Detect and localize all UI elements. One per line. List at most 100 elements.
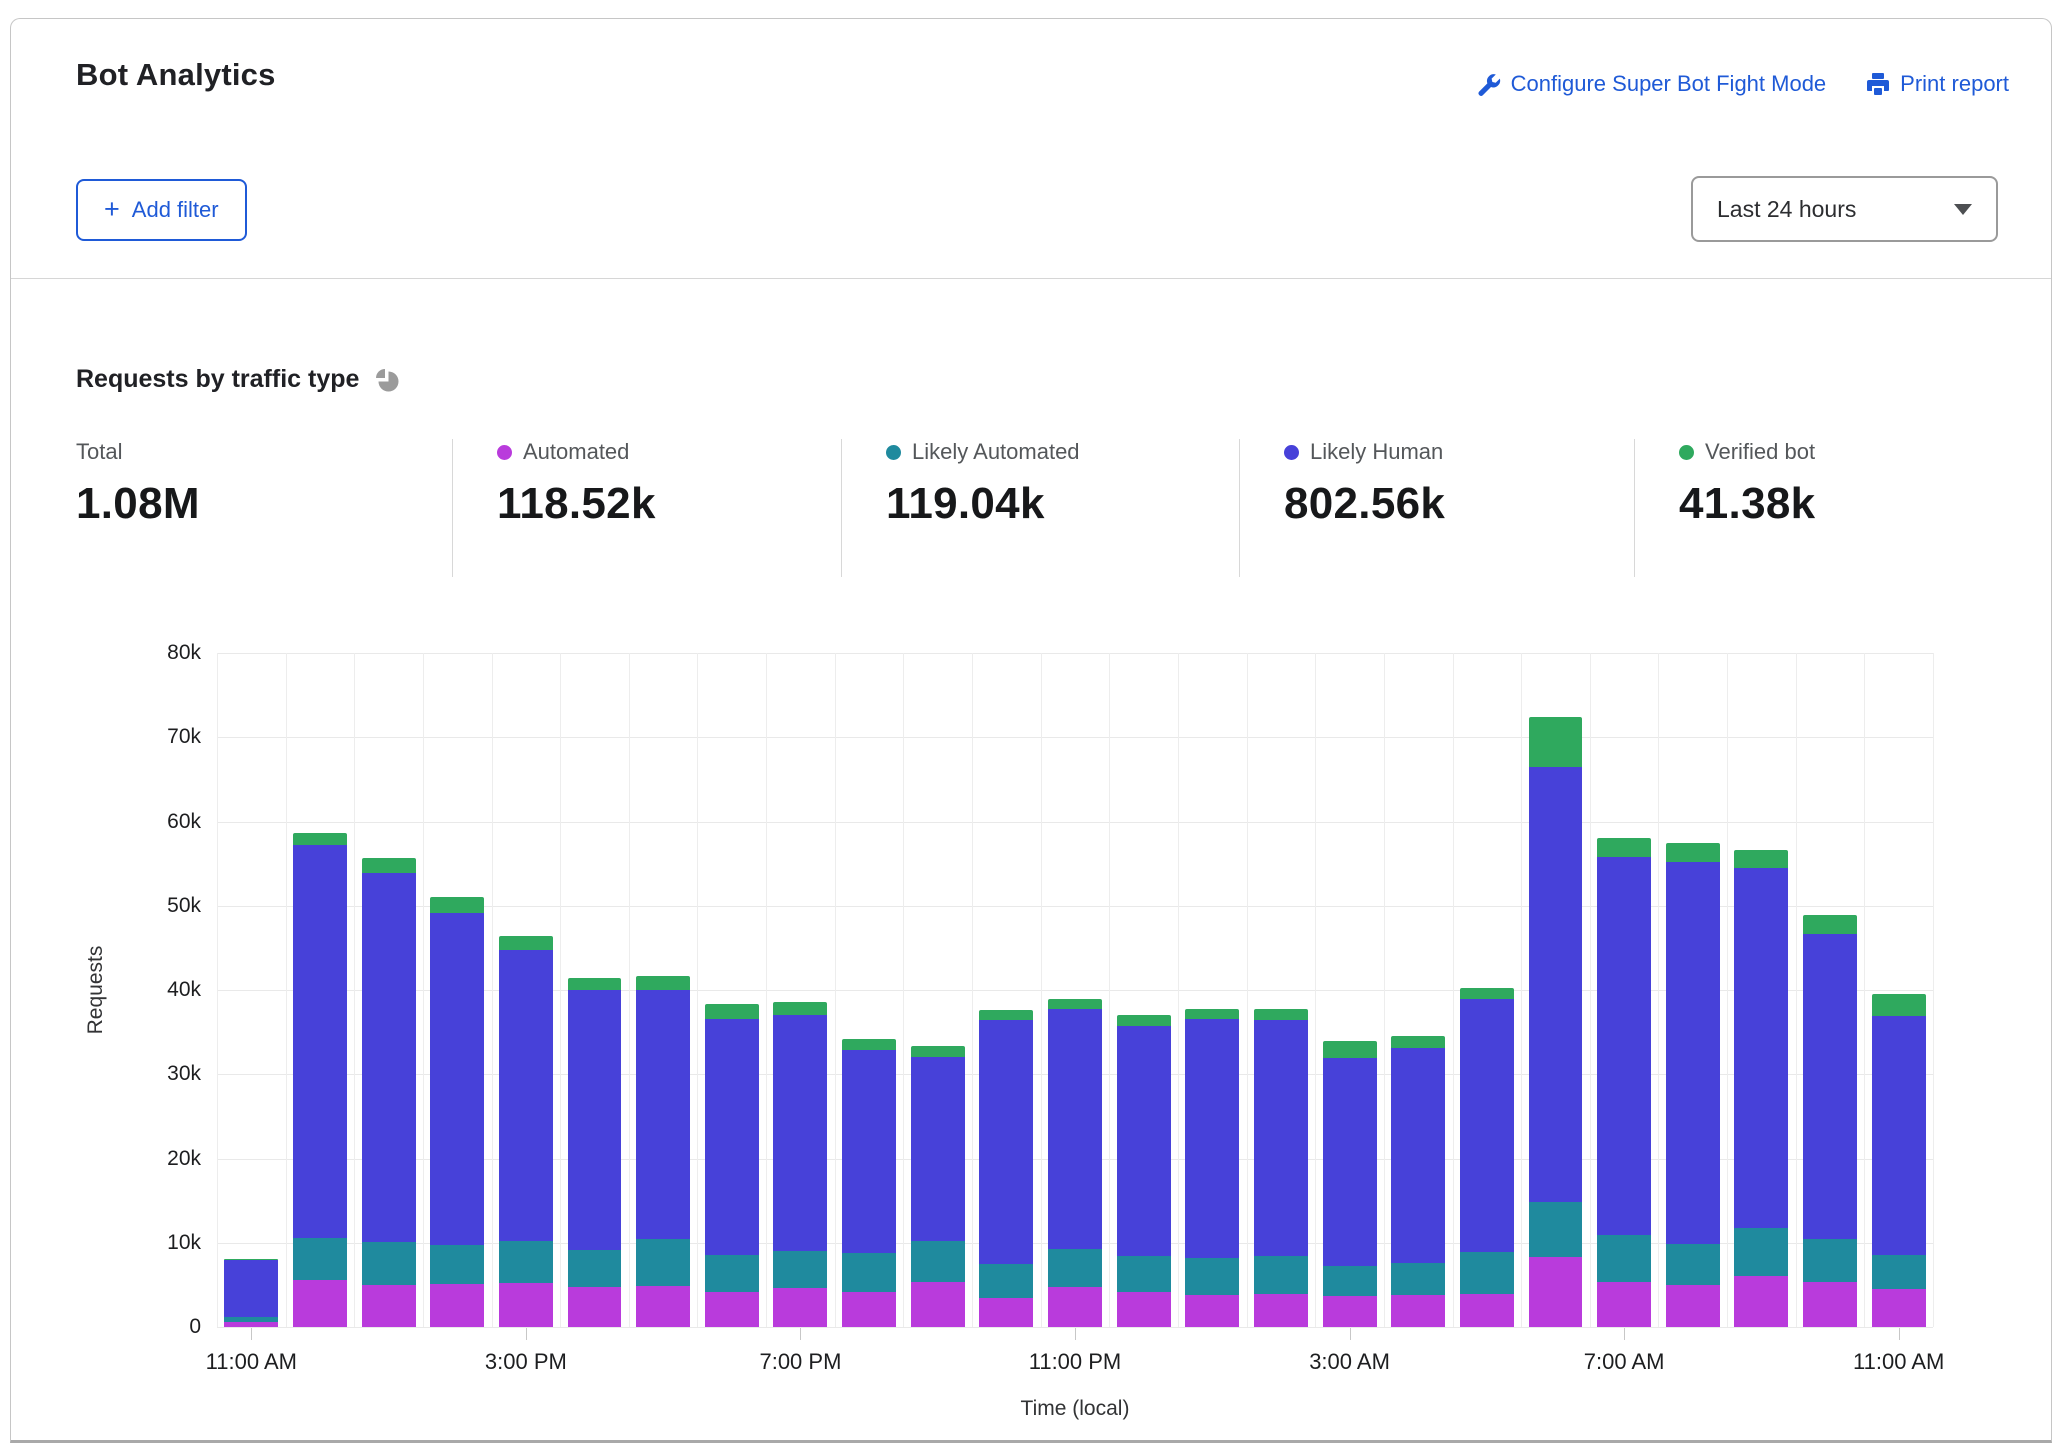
bar-segment-likely-human	[1734, 868, 1788, 1228]
bar-segment-likely-human	[1872, 1016, 1926, 1255]
bar-segment-likely-human	[1391, 1048, 1445, 1263]
x-tick-mark	[1624, 1327, 1625, 1340]
bar-segment-likely-automated	[362, 1242, 416, 1285]
x-tick-label: 11:00 AM	[206, 1349, 297, 1375]
gridline-vertical	[1590, 653, 1591, 1327]
bar-segment-likely-human	[979, 1020, 1033, 1263]
bar-100pm	[362, 653, 416, 1327]
bar-segment-verified-bot	[1391, 1036, 1445, 1048]
bar-segment-verified-bot	[1872, 994, 1926, 1016]
bar-segment-likely-human	[1803, 934, 1857, 1240]
bar-segment-likely-human	[362, 873, 416, 1242]
bar-900am	[1734, 653, 1788, 1327]
bot-analytics-card: Bot Analytics Configure Super Bot Fight …	[10, 18, 2052, 1443]
gridline-vertical	[560, 653, 561, 1327]
bar-segment-verified-bot	[1460, 988, 1514, 1000]
gridline-vertical	[1041, 653, 1042, 1327]
y-tick-label: 40k	[131, 978, 201, 1002]
bar-1000pm	[979, 653, 1033, 1327]
bar-700pm	[773, 653, 827, 1327]
bar-segment-verified-bot	[1597, 838, 1651, 857]
x-tick-label: 7:00 AM	[1584, 1349, 1665, 1375]
x-tick-label: 7:00 PM	[759, 1349, 841, 1375]
bar-100am	[1185, 653, 1239, 1327]
y-tick-label: 80k	[131, 641, 201, 665]
bar-segment-likely-human	[705, 1019, 759, 1255]
bar-segment-automated	[1185, 1295, 1239, 1327]
bar-600am	[1529, 653, 1583, 1327]
gridline-vertical	[1384, 653, 1385, 1327]
bar-segment-likely-human	[1666, 862, 1720, 1244]
bar-segment-likely-human	[636, 990, 690, 1239]
bar-segment-automated	[362, 1285, 416, 1327]
bar-1200am	[1117, 653, 1171, 1327]
bar-segment-automated	[842, 1292, 896, 1327]
bar-segment-verified-bot	[911, 1046, 965, 1056]
gridline-vertical	[423, 653, 424, 1327]
gridline-vertical	[1453, 653, 1454, 1327]
bar-segment-automated	[430, 1284, 484, 1327]
gridline-vertical	[1658, 653, 1659, 1327]
gridline-vertical	[1247, 653, 1248, 1327]
plot-area	[217, 653, 1933, 1327]
bar-segment-automated	[1803, 1282, 1857, 1327]
bar-300pm	[499, 653, 553, 1327]
y-tick-label: 70k	[131, 725, 201, 749]
y-tick-label: 0	[131, 1315, 201, 1339]
bar-segment-automated	[1391, 1295, 1445, 1327]
bar-segment-likely-human	[1254, 1020, 1308, 1257]
y-tick-label: 10k	[131, 1231, 201, 1255]
gridline-vertical	[697, 653, 698, 1327]
bar-segment-verified-bot	[1323, 1041, 1377, 1059]
bar-200pm	[430, 653, 484, 1327]
bar-segment-verified-bot	[293, 833, 347, 845]
bar-segment-verified-bot	[1666, 843, 1720, 862]
bar-segment-likely-human	[499, 950, 553, 1241]
bar-segment-automated	[1048, 1287, 1102, 1327]
bar-segment-verified-bot	[1734, 850, 1788, 868]
gridline-vertical	[286, 653, 287, 1327]
x-tick-label: 11:00 AM	[1853, 1349, 1944, 1375]
bar-segment-likely-automated	[1391, 1263, 1445, 1295]
gridline-vertical	[1796, 653, 1797, 1327]
x-tick-mark	[1899, 1327, 1900, 1340]
bar-segment-likely-automated	[842, 1253, 896, 1293]
bar-segment-likely-human	[1597, 857, 1651, 1235]
bar-segment-likely-human	[1529, 767, 1583, 1203]
bar-800am	[1666, 653, 1720, 1327]
bar-segment-likely-automated	[1117, 1256, 1171, 1291]
bar-segment-likely-human	[1048, 1009, 1102, 1248]
bar-segment-likely-automated	[1048, 1249, 1102, 1288]
bar-segment-likely-automated	[224, 1317, 278, 1322]
bar-segment-likely-automated	[1872, 1255, 1926, 1289]
gridline-vertical	[972, 653, 973, 1327]
bar-segment-automated	[224, 1322, 278, 1327]
bar-400am	[1391, 653, 1445, 1327]
bar-300am	[1323, 653, 1377, 1327]
x-tick-label: 3:00 AM	[1309, 1349, 1390, 1375]
bar-segment-automated	[1529, 1257, 1583, 1327]
x-tick-mark	[526, 1327, 527, 1340]
gridline-vertical	[1109, 653, 1110, 1327]
bar-700am	[1597, 653, 1651, 1327]
y-axis-title: Requests	[84, 946, 108, 1035]
bar-segment-likely-human	[430, 913, 484, 1245]
bar-400pm	[568, 653, 622, 1327]
bar-segment-likely-human	[568, 990, 622, 1249]
gridline-vertical	[835, 653, 836, 1327]
bar-segment-verified-bot	[568, 978, 622, 990]
bar-segment-automated	[1323, 1296, 1377, 1327]
bar-segment-automated	[1460, 1294, 1514, 1327]
bar-segment-likely-automated	[1460, 1252, 1514, 1294]
bar-800pm	[842, 653, 896, 1327]
bar-segment-likely-automated	[1803, 1239, 1857, 1281]
y-tick-label: 60k	[131, 810, 201, 834]
bar-segment-automated	[773, 1288, 827, 1327]
x-axis-title: Time (local)	[1021, 1397, 1130, 1421]
bar-segment-likely-automated	[1323, 1266, 1377, 1295]
bar-segment-verified-bot	[1048, 999, 1102, 1009]
bar-segment-automated	[1734, 1276, 1788, 1327]
bar-segment-likely-automated	[1597, 1235, 1651, 1281]
bar-segment-likely-automated	[1529, 1202, 1583, 1257]
gridline-vertical	[1315, 653, 1316, 1327]
